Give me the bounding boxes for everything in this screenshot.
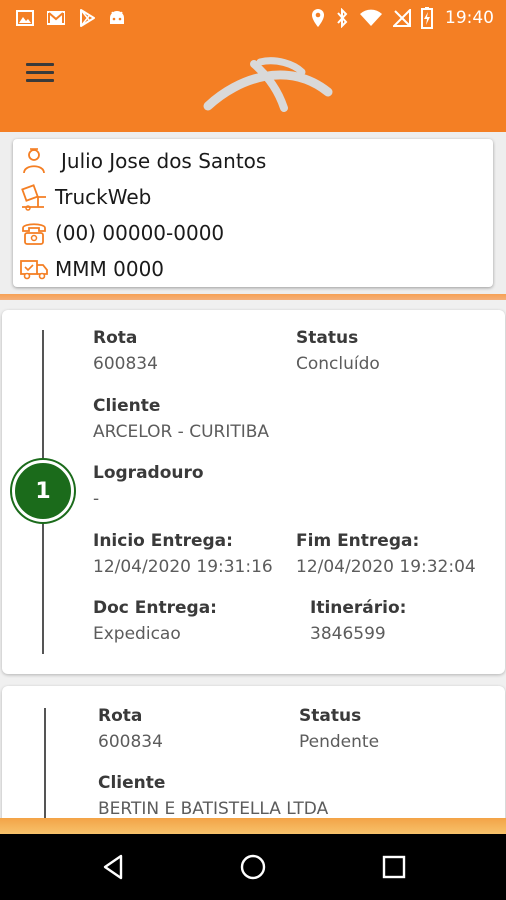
arcelor-swoosh-logo xyxy=(203,57,333,112)
cliente-value: ARCELOR - CURITIBA xyxy=(93,422,270,442)
truck-cargo-icon xyxy=(17,182,51,212)
doc-entrega-value: Expedicao xyxy=(93,624,181,644)
android-icon xyxy=(108,10,126,26)
phone-row: (00) 00000-0000 xyxy=(13,217,224,249)
truck-icon xyxy=(17,254,51,284)
rota-value: 600834 xyxy=(98,732,163,752)
hamburger-menu-icon[interactable] xyxy=(26,63,54,85)
itinerario-label: Itinerário: xyxy=(310,598,407,618)
fim-entrega-value: 12/04/2020 19:32:04 xyxy=(296,557,476,577)
driver-icon xyxy=(17,146,51,176)
gmail-icon xyxy=(46,10,66,26)
home-icon[interactable] xyxy=(236,850,270,884)
recents-icon[interactable] xyxy=(377,850,411,884)
status-label: Status xyxy=(296,328,359,348)
delivery-list[interactable]: 1 Rota 600834 Status Concluído Cliente A… xyxy=(0,300,506,820)
timeline-line xyxy=(44,708,46,820)
no-signal-icon xyxy=(393,9,411,27)
inicio-entrega-label: Inicio Entrega: xyxy=(93,531,233,551)
itinerario-value: 3846599 xyxy=(310,624,386,644)
bottom-accent-bar xyxy=(0,818,506,834)
status-value: Pendente xyxy=(299,732,380,752)
phone-number: (00) 00000-0000 xyxy=(55,221,225,245)
bluetooth-icon xyxy=(335,8,349,28)
cliente-label: Cliente xyxy=(98,773,166,793)
cliente-value: BERTIN E BATISTELLA LTDA xyxy=(98,799,329,819)
status-label: Status xyxy=(299,706,362,726)
rota-value: 600834 xyxy=(93,354,158,374)
phone-icon xyxy=(17,218,51,248)
status-bar: 19:40 xyxy=(0,0,506,36)
cliente-label: Cliente xyxy=(93,396,161,416)
clock: 19:40 xyxy=(445,8,494,28)
vehicle-plate: MMM 0000 xyxy=(55,257,165,281)
rota-label: Rota xyxy=(98,706,143,726)
play-store-icon xyxy=(78,9,96,27)
system-nav-bar xyxy=(0,834,506,900)
driver-name-row: Julio Jose dos Santos xyxy=(13,145,266,177)
app-header xyxy=(0,36,506,132)
delivery-number-badge: 1 xyxy=(12,460,74,522)
image-icon xyxy=(16,10,34,26)
inicio-entrega-value: 12/04/2020 19:31:16 xyxy=(93,557,273,577)
rota-label: Rota xyxy=(93,328,138,348)
delivery-card[interactable]: 1 Rota 600834 Status Concluído Cliente A… xyxy=(2,310,505,674)
logradouro-value: - xyxy=(93,489,100,509)
status-value: Concluído xyxy=(296,354,380,374)
plate-row: MMM 0000 xyxy=(13,253,164,285)
logradouro-label: Logradouro xyxy=(93,463,204,483)
doc-entrega-label: Doc Entrega: xyxy=(93,598,217,618)
company-row: TruckWeb xyxy=(13,181,151,213)
driver-name: Julio Jose dos Santos xyxy=(61,149,267,173)
company-name: TruckWeb xyxy=(55,185,152,209)
driver-info-card: Julio Jose dos Santos TruckWeb (00) 0000… xyxy=(13,139,493,287)
back-icon[interactable] xyxy=(96,850,130,884)
wifi-icon xyxy=(359,9,383,27)
fim-entrega-label: Fim Entrega: xyxy=(296,531,420,551)
delivery-card[interactable]: Rota 600834 Status Pendente Cliente BERT… xyxy=(2,686,505,820)
location-icon xyxy=(311,8,325,28)
battery-charging-icon xyxy=(421,7,433,29)
